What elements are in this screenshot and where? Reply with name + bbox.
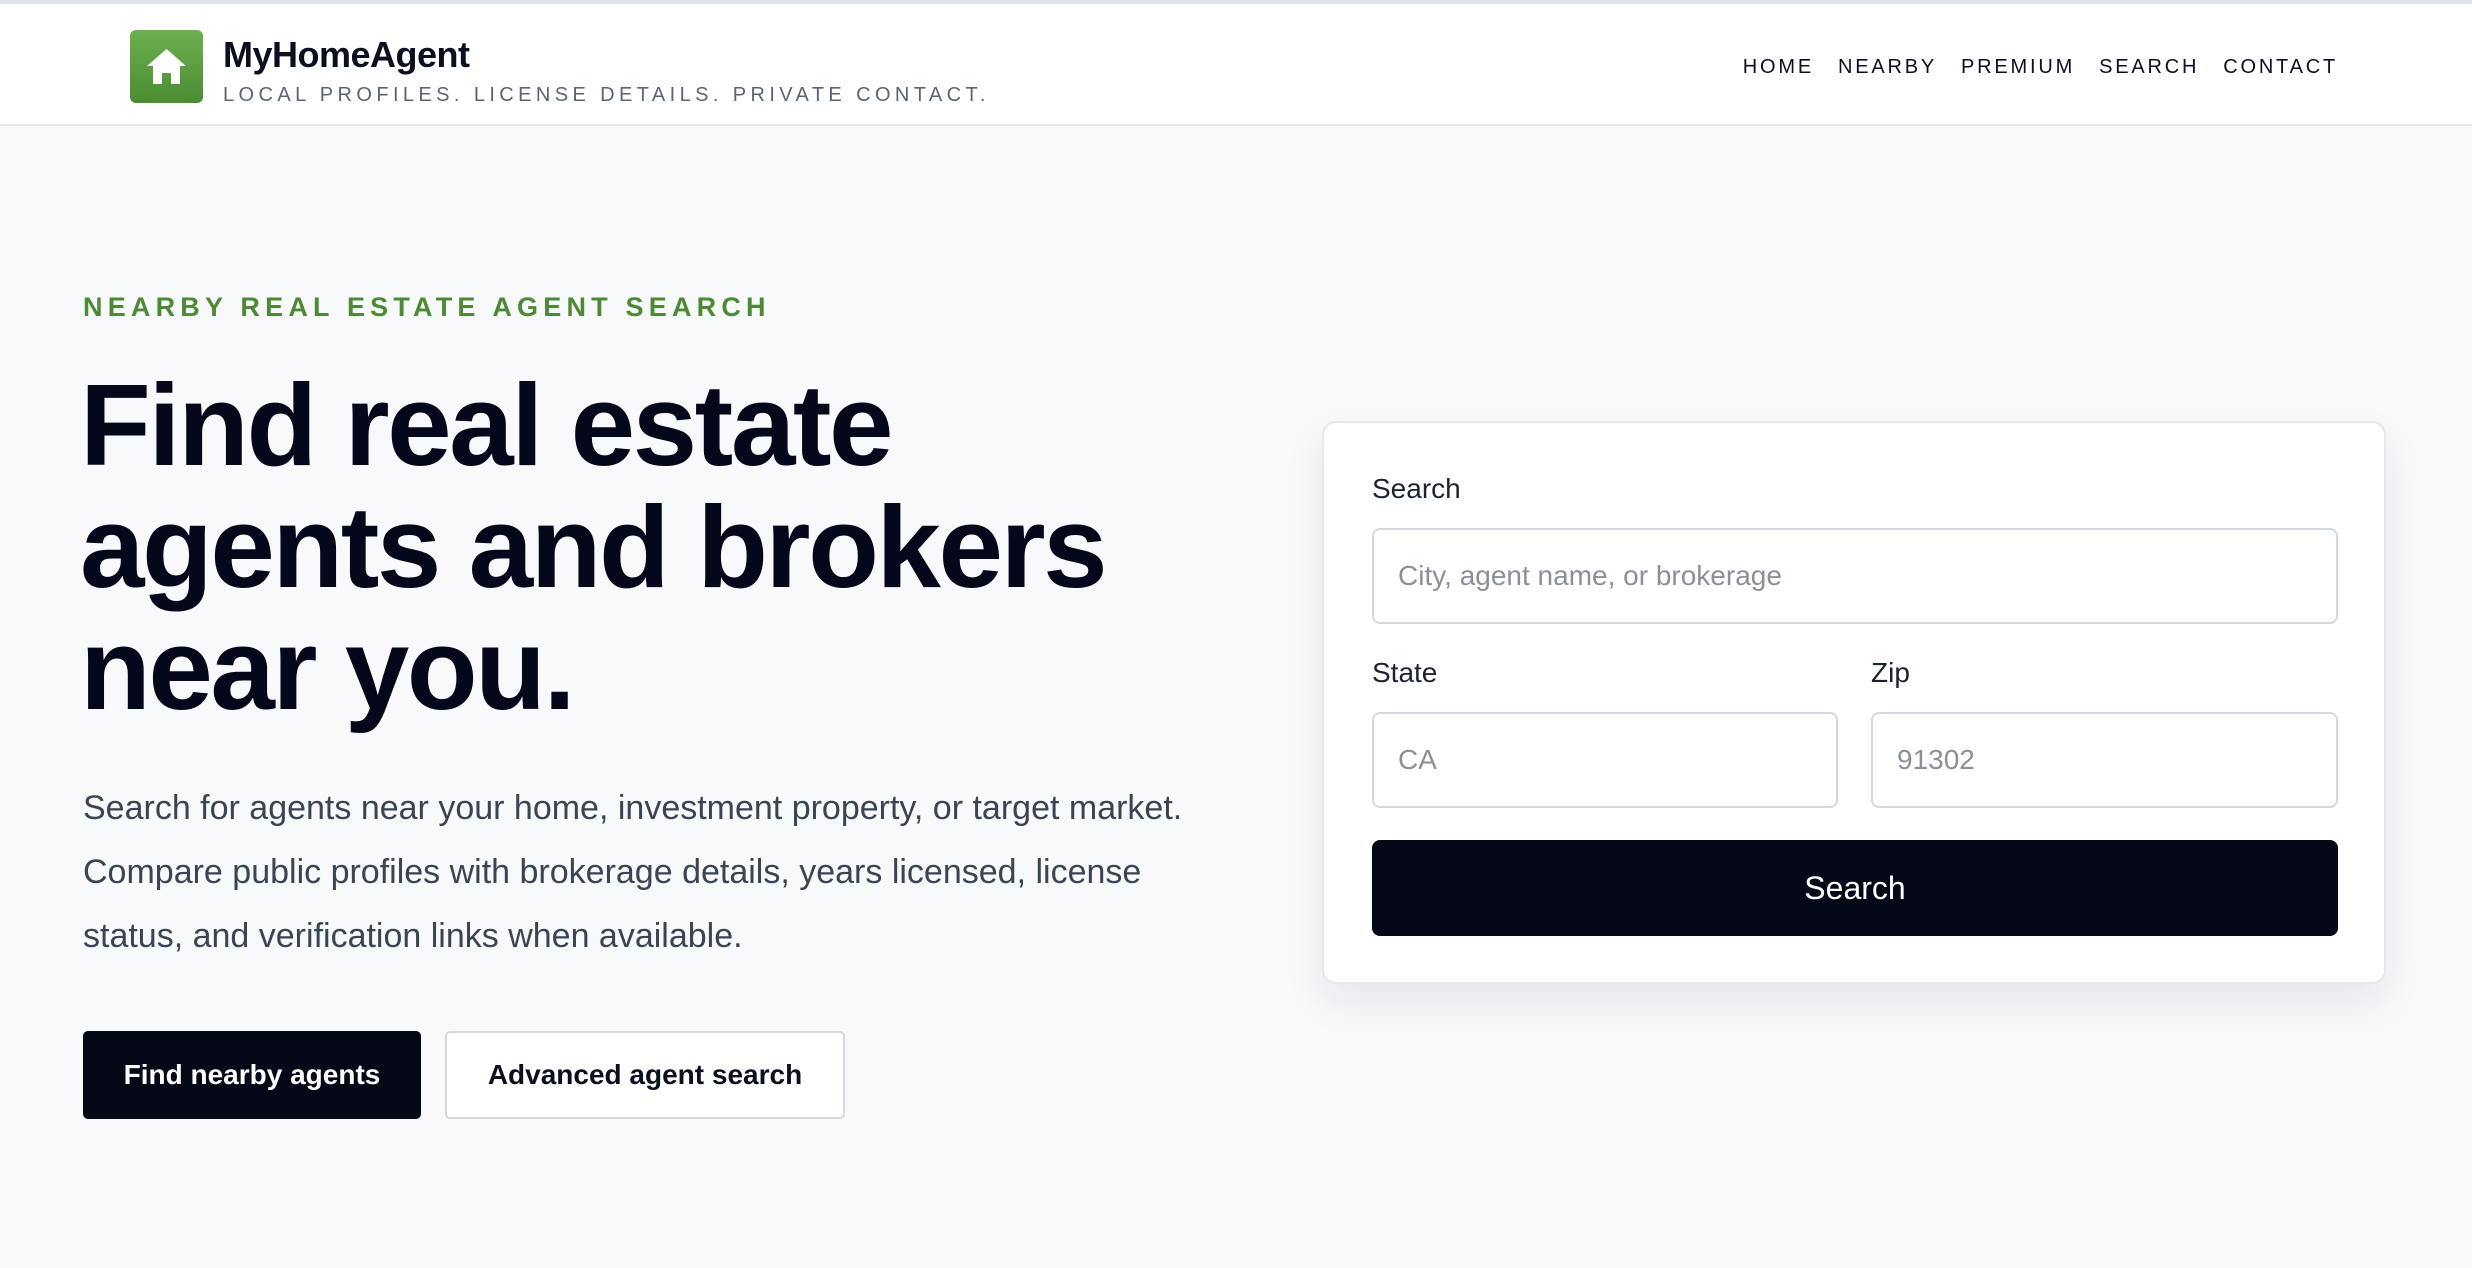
headline-line-1: Find real estate: [80, 360, 893, 490]
state-input[interactable]: [1372, 712, 1838, 808]
headline-line-2: agents and brokers: [80, 482, 1108, 612]
site-header: MyHomeAgent LOCAL PROFILES. LICENSE DETA…: [0, 0, 2472, 126]
nav-item-nearby[interactable]: NEARBY: [1838, 56, 1937, 79]
zip-input[interactable]: [1871, 712, 2338, 808]
brand-name[interactable]: MyHomeAgent: [223, 34, 470, 76]
hero-eyebrow: NEARBY REAL ESTATE AGENT SEARCH: [83, 292, 771, 322]
brand-tagline: LOCAL PROFILES. LICENSE DETAILS. PRIVATE…: [223, 84, 990, 106]
hero-lead: Search for agents near your home, invest…: [83, 789, 1183, 955]
state-label: State: [1372, 657, 1438, 688]
search-submit-button[interactable]: Search: [1372, 840, 2338, 936]
search-input[interactable]: [1372, 528, 2338, 624]
main-nav: HOME NEARBY PREMIUM SEARCH CONTACT: [1743, 56, 2338, 79]
nav-item-search[interactable]: SEARCH: [2099, 56, 2199, 79]
logo[interactable]: [130, 30, 203, 103]
nav-item-premium[interactable]: PREMIUM: [1961, 56, 2075, 79]
headline-line-3: near you.: [80, 604, 576, 734]
advanced-agent-search-button[interactable]: Advanced agent search: [445, 1031, 845, 1119]
nav-item-contact[interactable]: CONTACT: [2223, 56, 2338, 79]
search-label: Search: [1372, 473, 1461, 504]
house-icon: [147, 49, 186, 84]
find-nearby-agents-button[interactable]: Find nearby agents: [83, 1031, 421, 1119]
zip-label: Zip: [1871, 657, 1910, 688]
hero-headline: Find real estate agents and brokers near…: [80, 364, 1240, 730]
search-card: Search State Zip Search: [1322, 421, 2386, 984]
nav-item-home[interactable]: HOME: [1743, 56, 1814, 79]
